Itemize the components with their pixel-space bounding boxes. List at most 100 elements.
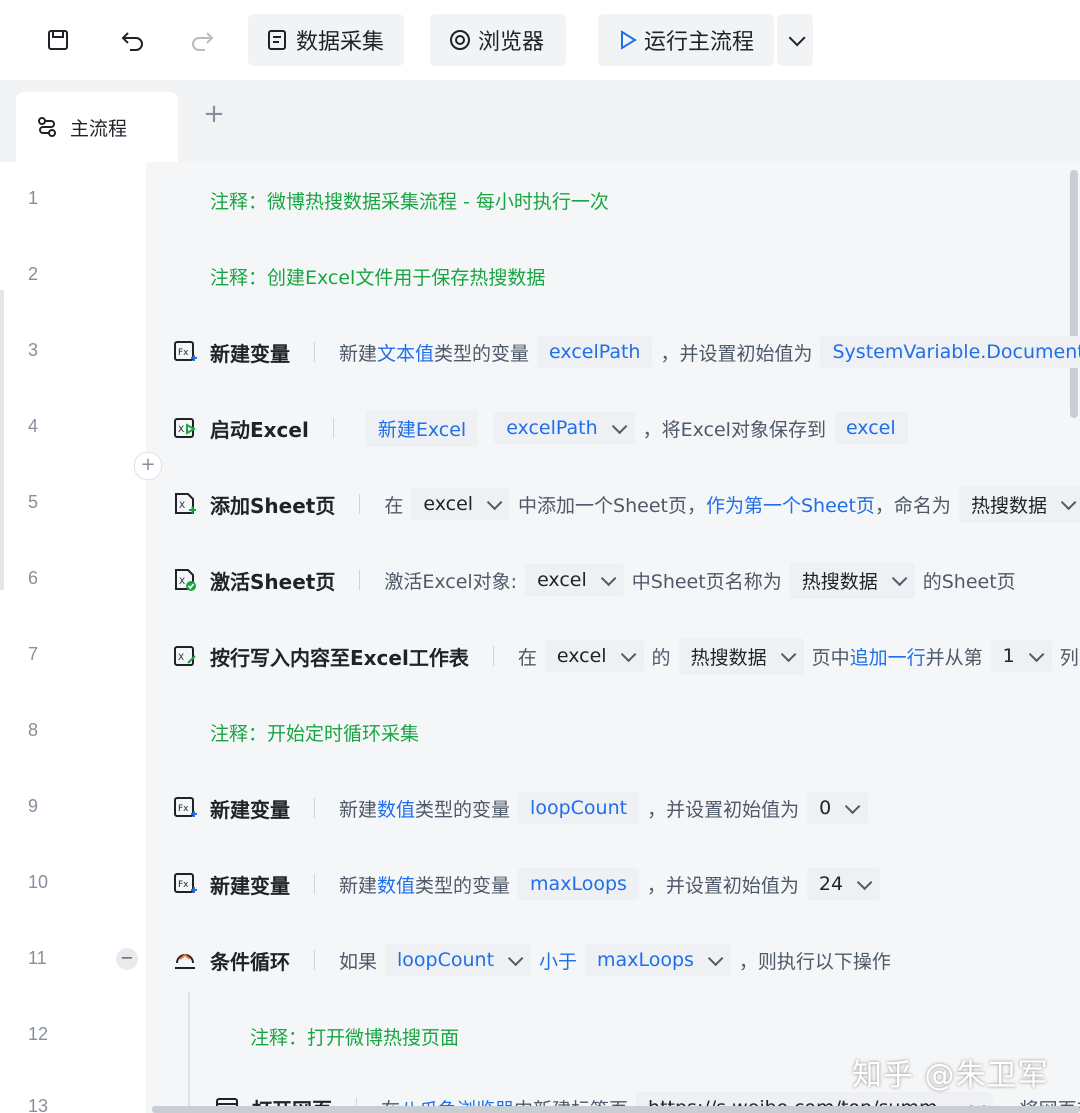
- comment-text: 注释：微博热搜数据采集流程 - 每小时执行一次: [210, 190, 609, 213]
- text: 激活Excel对象:: [384, 570, 518, 593]
- add-tab-button[interactable]: +: [200, 100, 228, 128]
- separator: [314, 342, 315, 362]
- horizontal-scrollbar[interactable]: [152, 1106, 1080, 1113]
- variable-chip[interactable]: excelPath: [494, 412, 635, 444]
- type-link[interactable]: 数值: [377, 871, 415, 898]
- run-main-flow-button[interactable]: 运行主流程: [598, 14, 774, 66]
- excel-chip[interactable]: excel: [411, 488, 511, 520]
- data-collect-button[interactable]: 数据采集: [248, 14, 404, 66]
- chevron-down-icon: [611, 418, 628, 434]
- type-link[interactable]: 数值: [377, 795, 415, 822]
- mode-link[interactable]: 追加一行: [850, 643, 926, 670]
- flow-row-5[interactable]: 5 X 添加Sheet页 在 excel 中添加一个Sheet页， 作为第一个Sh…: [0, 466, 1080, 542]
- separator: [314, 798, 315, 818]
- text: 在: [517, 646, 537, 669]
- redo-icon[interactable]: [184, 22, 220, 58]
- chip-label: excel: [537, 569, 587, 591]
- flow-row-7[interactable]: 7 X 按行写入内容至Excel工作表 在 excel 的 热搜数据 页中 追加一…: [0, 618, 1080, 694]
- chip-label: excelPath: [506, 417, 598, 439]
- command-name: 新建变量: [210, 341, 290, 366]
- line-number: 4: [28, 416, 39, 436]
- chevron-down-icon: [1060, 494, 1077, 510]
- write-row-icon: X: [172, 643, 198, 669]
- text: ，并设置初始值为: [660, 342, 813, 365]
- svg-text:Fx: Fx: [178, 880, 189, 890]
- command-name: 按行写入内容至Excel工作表: [210, 645, 469, 670]
- undo-icon[interactable]: [115, 22, 151, 58]
- svg-text:X: X: [179, 501, 185, 511]
- chip-label: 1: [1002, 645, 1015, 667]
- svg-text:X: X: [178, 425, 184, 435]
- run-dropdown-button[interactable]: [777, 14, 813, 66]
- separator: [492, 646, 494, 666]
- separator: [359, 570, 361, 590]
- flow-editor: + 1 注释：微博热搜数据采集流程 - 每小时执行一次 2 注释：创建Excel…: [0, 162, 1080, 1113]
- command-name: 激活Sheet页: [210, 569, 336, 594]
- chevron-down-icon: [507, 950, 524, 966]
- operator-link[interactable]: 小于: [539, 947, 577, 974]
- save-icon[interactable]: [40, 22, 76, 58]
- line-number: 5: [28, 492, 39, 512]
- line-number: 10: [28, 872, 49, 892]
- flow-row-1[interactable]: 1 注释：微博热搜数据采集流程 - 每小时执行一次: [0, 162, 1080, 238]
- tab-bar: 主流程 +: [0, 80, 1080, 162]
- output-chip[interactable]: excel: [833, 412, 908, 444]
- value-chip[interactable]: 24: [806, 868, 881, 900]
- sheet-name-chip[interactable]: 热搜数据: [958, 485, 1080, 523]
- line-number: 11: [28, 948, 47, 968]
- browser-button[interactable]: 浏览器: [430, 14, 566, 66]
- flow-icon: [38, 117, 56, 137]
- line-number: 3: [28, 340, 39, 360]
- flow-row-2[interactable]: 2 注释：创建Excel文件用于保存热搜数据: [0, 238, 1080, 314]
- mode-chip[interactable]: 新建Excel: [365, 409, 479, 447]
- collapse-button[interactable]: −: [116, 948, 138, 970]
- excel-chip[interactable]: excel: [544, 640, 644, 672]
- command-name: 启动Excel: [210, 417, 309, 442]
- comment-text: 注释：创建Excel文件用于保存热搜数据: [210, 266, 546, 289]
- chip-label: excel: [423, 493, 474, 515]
- column-chip[interactable]: 1: [990, 640, 1052, 672]
- text: 新建: [339, 342, 378, 365]
- line-number: 8: [28, 720, 39, 740]
- type-link[interactable]: 文本值: [377, 339, 434, 366]
- comment-text: 注释：打开微博热搜页面: [250, 1026, 460, 1049]
- flow-row-8[interactable]: 8 注释：开始定时循环采集: [0, 694, 1080, 770]
- position-link[interactable]: 作为第一个Sheet页: [706, 491, 875, 518]
- variable-chip[interactable]: maxLoops: [518, 868, 639, 900]
- sheet-name-chip[interactable]: 热搜数据: [678, 637, 804, 675]
- separator: [359, 494, 361, 514]
- add-sheet-icon: X: [172, 491, 198, 517]
- sheet-name-chip[interactable]: 热搜数据: [789, 561, 915, 599]
- svg-text:X: X: [179, 577, 185, 587]
- text: 如果: [339, 950, 378, 973]
- chevron-down-icon: [788, 29, 806, 47]
- left-operand-chip[interactable]: loopCount: [385, 944, 532, 976]
- excel-chip[interactable]: excel: [525, 564, 624, 596]
- chevron-down-icon: [845, 798, 861, 814]
- text: ，则执行以下操作: [738, 950, 891, 973]
- svg-text:Fx: Fx: [178, 804, 189, 814]
- chip-label: maxLoops: [597, 949, 694, 971]
- variable-chip[interactable]: loopCount: [518, 792, 640, 824]
- browser-label: 浏览器: [478, 30, 545, 55]
- flow-row-11[interactable]: 11 − 条件循环 如果 loopCount 小于 maxLoops ，则执行以…: [0, 922, 1080, 998]
- flow-row-3[interactable]: 3 Fx 新建变量 新建 文本值 类型的变量 excelPath ，并设置初始值为 …: [0, 314, 1080, 390]
- flow-row-4[interactable]: 4 X 启动Excel 新建Excel excelPath ，将Excel对象保…: [0, 390, 1080, 466]
- flow-row-9[interactable]: 9 Fx 新建变量 新建 数值 类型的变量 loopCount ，并设置初始值为 0: [0, 770, 1080, 846]
- right-operand-chip[interactable]: maxLoops: [585, 944, 731, 976]
- value-chip[interactable]: SystemVariable.DocumentsF: [820, 336, 1080, 368]
- tab-main-flow[interactable]: 主流程: [16, 92, 178, 162]
- chip-label: 0: [819, 797, 832, 819]
- browser-icon: [450, 30, 470, 50]
- text: ，命名为: [874, 494, 951, 517]
- value-chip[interactable]: 0: [807, 792, 869, 824]
- new-variable-icon: Fx: [172, 795, 198, 821]
- chip-label: 热搜数据: [801, 570, 878, 593]
- line-number: 6: [28, 568, 39, 588]
- variable-chip[interactable]: excelPath: [537, 336, 653, 368]
- flow-row-10[interactable]: 10 Fx 新建变量 新建 数值 类型的变量 maxLoops ，并设置初始值为 2…: [0, 846, 1080, 922]
- flow-row-6[interactable]: 6 X 激活Sheet页 激活Excel对象: excel 中Sheet页名称为…: [0, 542, 1080, 618]
- chip-label: loopCount: [397, 949, 495, 971]
- comment-text: 注释：开始定时循环采集: [210, 722, 420, 745]
- chevron-down-icon: [891, 570, 908, 586]
